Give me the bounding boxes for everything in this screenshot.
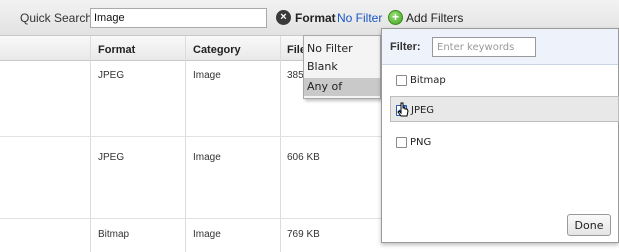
format-filter-label: Format [295, 11, 336, 25]
option-row-jpeg[interactable]: ✓ JPEG [390, 96, 619, 122]
dropdown-item-blank[interactable]: Blank [304, 58, 380, 76]
column-header-category[interactable]: Category [193, 44, 241, 56]
cell-category: Image [193, 152, 221, 163]
cell-size: 606 KB [287, 152, 320, 163]
filter-label: Filter: [390, 41, 421, 53]
column-header-format[interactable]: Format [98, 44, 135, 56]
cell-format: JPEG [98, 152, 125, 163]
cell-size: 385 [287, 70, 304, 81]
filter-panel-header: Filter: [382, 29, 618, 65]
filter-panel: Filter: Bitmap ✓ JPEG PNG [381, 28, 619, 243]
add-filters-link[interactable]: Add Filters [406, 11, 463, 25]
column-divider [280, 36, 281, 252]
filter-mode-dropdown: No Filter Blank Any of [303, 35, 381, 99]
option-label: JPEG [411, 105, 435, 116]
column-divider [90, 36, 91, 252]
cell-format: JPEG [98, 70, 125, 81]
done-button[interactable]: Done [567, 214, 611, 236]
quick-search-label: Quick Search [20, 11, 93, 25]
cell-category: Image [193, 229, 221, 240]
no-filter-link[interactable]: No Filter [337, 11, 382, 25]
option-label: Bitmap [410, 75, 446, 86]
cell-format: Bitmap [98, 229, 130, 240]
checkbox-png[interactable] [396, 137, 407, 148]
column-divider [185, 36, 186, 252]
dropdown-item-any-of[interactable]: Any of [304, 78, 380, 96]
checkbox-bitmap[interactable] [396, 75, 407, 86]
quick-search-input[interactable] [90, 8, 267, 28]
x-circle-icon[interactable]: × [276, 10, 291, 25]
cell-category: Image [193, 70, 221, 81]
option-row-png[interactable]: PNG [390, 129, 619, 155]
dropdown-item-no-filter[interactable]: No Filter [304, 40, 380, 58]
option-label: PNG [410, 137, 432, 148]
pointer-cursor-icon [397, 102, 409, 117]
filter-keywords-input[interactable] [432, 37, 536, 57]
plus-circle-icon[interactable]: + [388, 10, 403, 25]
cell-size: 769 KB [287, 229, 320, 240]
option-row-bitmap[interactable]: Bitmap [390, 67, 619, 93]
